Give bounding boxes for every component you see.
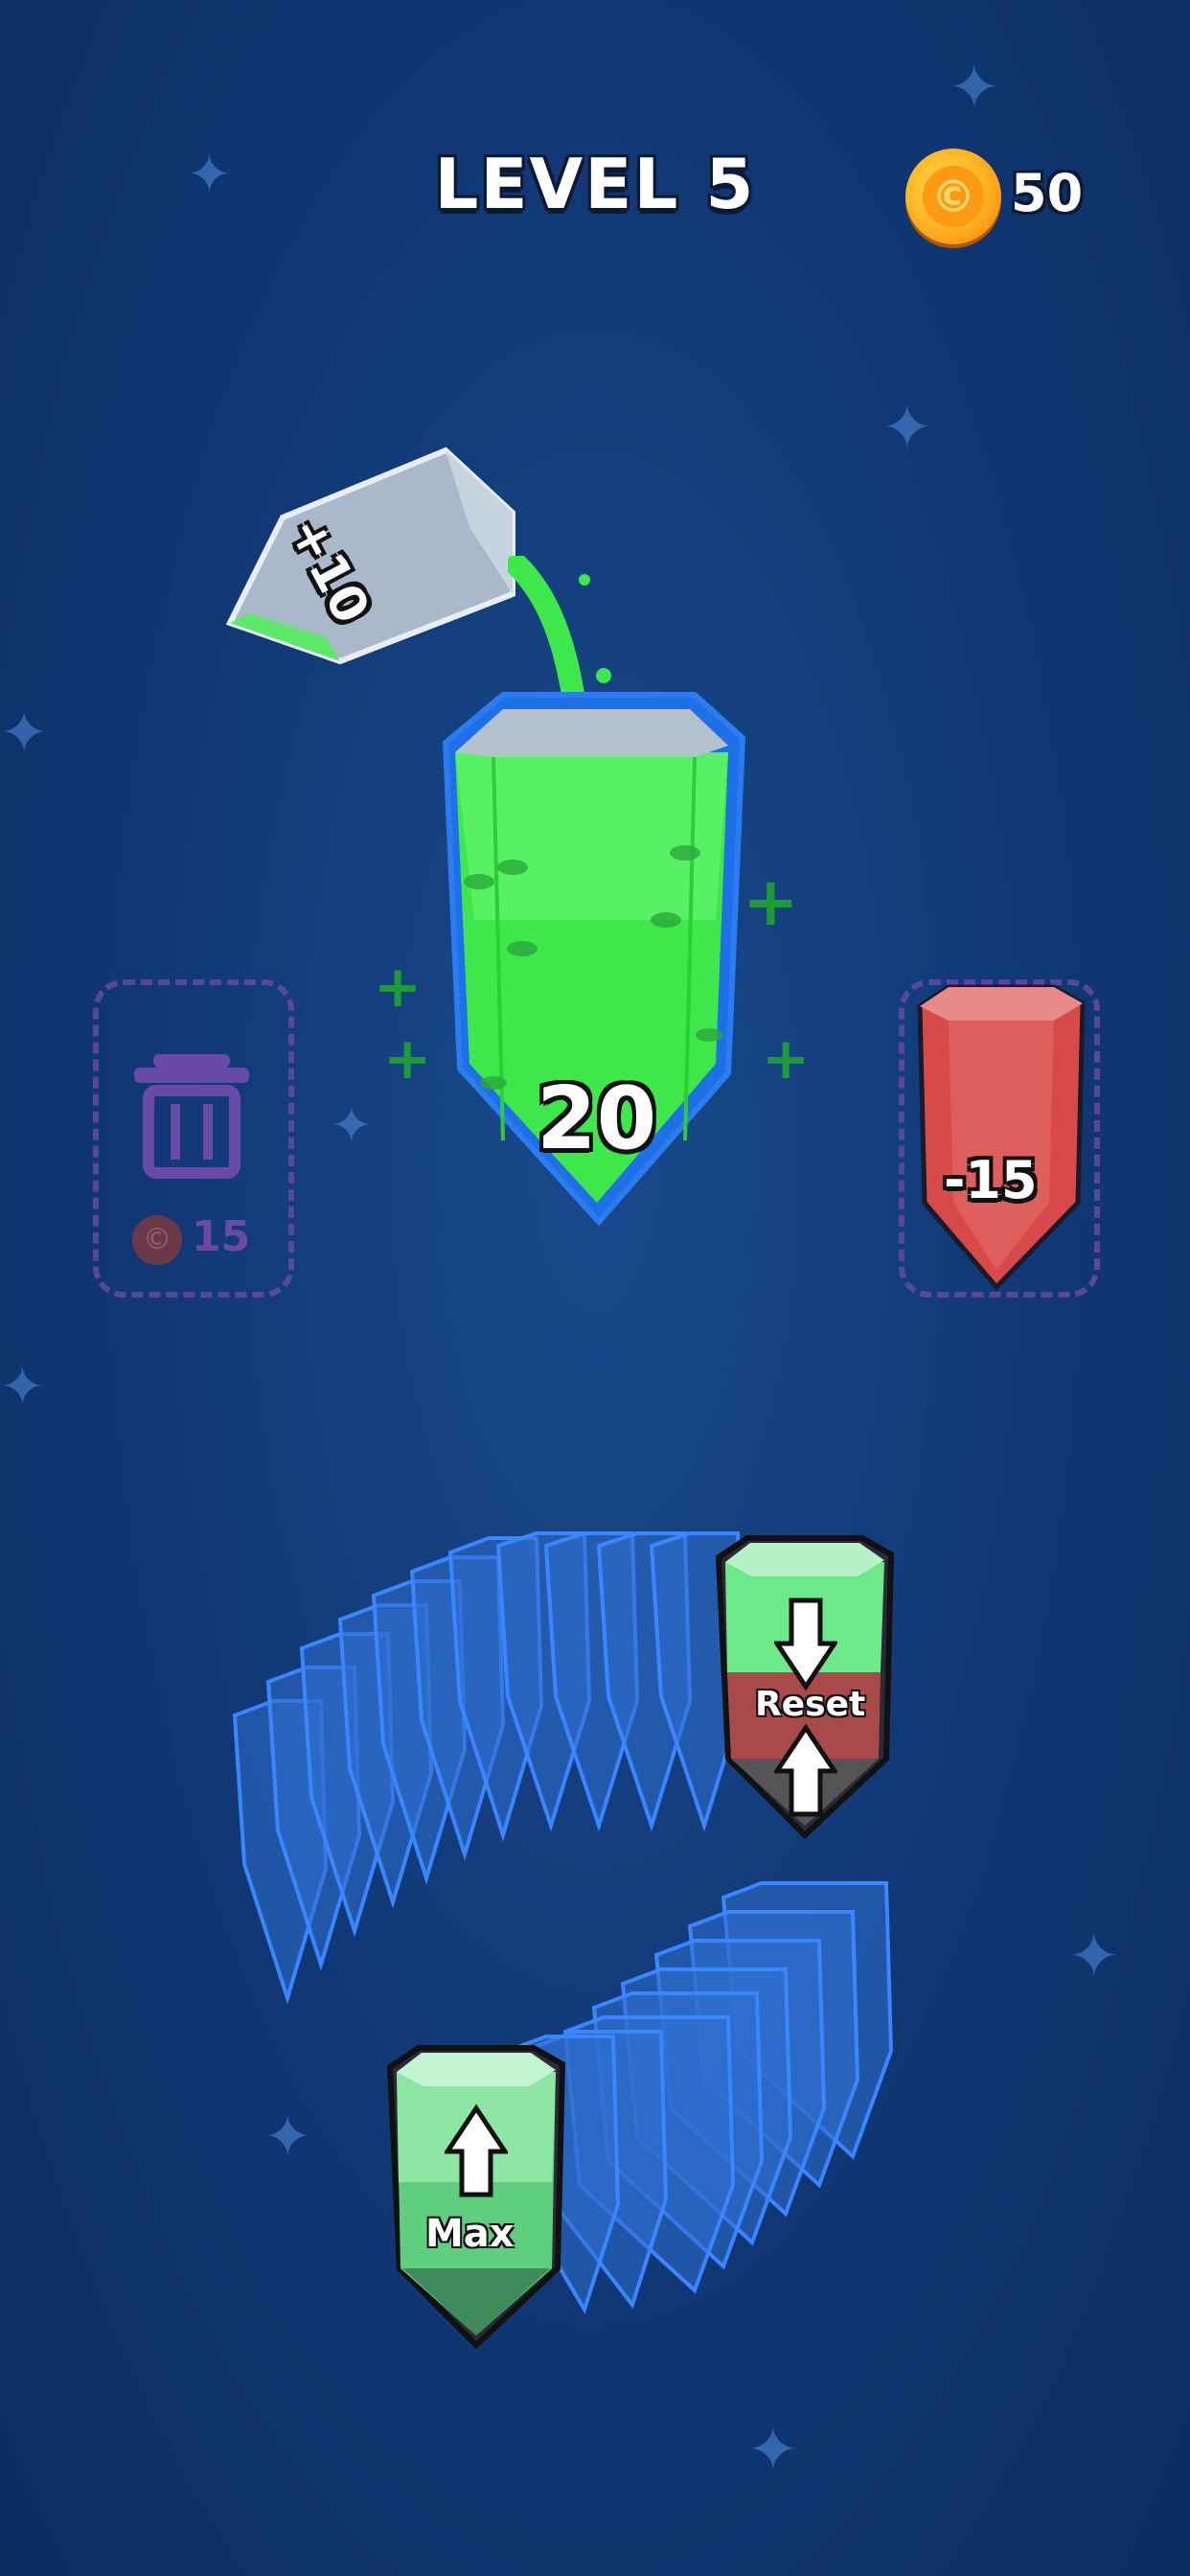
arrow-down-icon (774, 1598, 837, 1691)
sparkle-icon: ✦ (949, 53, 1000, 124)
arrow-up-icon (774, 1723, 837, 1817)
sparkle-icon: ✦ (0, 1356, 45, 1418)
plus-icon: + (743, 862, 799, 941)
sparkle-icon: ✦ (1068, 1921, 1120, 1992)
reset-label: Reset (755, 1685, 866, 1724)
arrow-up-icon (445, 2104, 508, 2197)
red-crystal-value: -15 (944, 1150, 1038, 1210)
plus-icon: + (762, 1025, 811, 1092)
red-crystal[interactable] (910, 982, 1092, 1294)
coin-icon: © (905, 149, 1001, 244)
max-label: Max (425, 2212, 515, 2256)
sparkle-icon: ✦ (747, 2415, 799, 2486)
sparkle-icon: ✦ (0, 700, 49, 767)
sparkle-icon: ✦ (331, 1097, 373, 1155)
plus-icon: + (383, 1025, 432, 1092)
crystal-value: 20 (537, 1069, 657, 1169)
trash-cost: 15 (192, 1212, 251, 1261)
trash-icon (134, 1054, 249, 1179)
coin-symbol: © (923, 166, 984, 227)
sparkle-icon: ✦ (881, 393, 933, 464)
coin-count: 50 (1011, 163, 1084, 223)
sparkle-icon: ✦ (263, 2104, 312, 2171)
plus-icon: + (374, 954, 423, 1021)
pouring-crystal[interactable] (211, 441, 537, 690)
coin-icon: © (132, 1215, 182, 1265)
